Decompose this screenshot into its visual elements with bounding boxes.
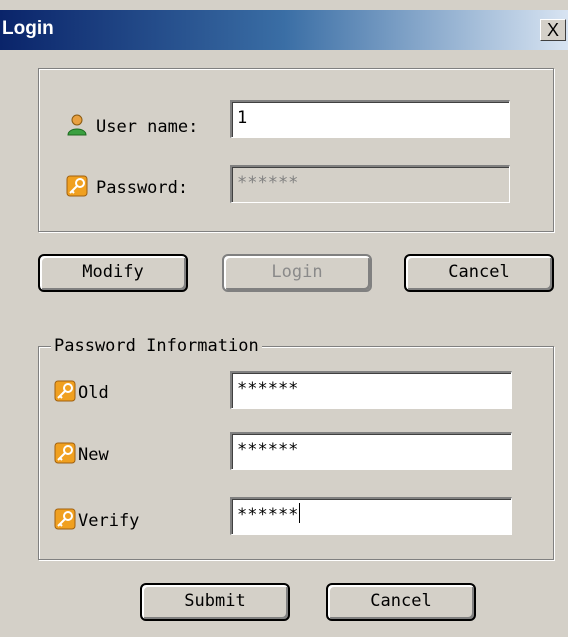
new-password-label: New [78, 445, 109, 465]
verify-password-label: Verify [78, 511, 140, 531]
username-label: User name: [96, 117, 199, 137]
key-icon [54, 442, 76, 464]
cancel-button[interactable]: Cancel [404, 254, 554, 292]
password-information-legend: Password Information [51, 336, 262, 356]
credentials-group [38, 68, 554, 232]
window-title: Login [2, 18, 54, 39]
text-caret [299, 503, 301, 523]
username-value: 1 [237, 108, 248, 128]
key-icon [54, 380, 76, 402]
old-password-input[interactable]: ****** [230, 371, 512, 409]
modify-button[interactable]: Modify [38, 254, 188, 292]
old-password-label: Old [78, 383, 109, 403]
password-label: Password: [96, 178, 189, 198]
username-input[interactable]: 1 [230, 100, 510, 138]
password-input[interactable]: ****** [230, 165, 510, 203]
user-icon [67, 114, 87, 136]
password-cancel-button[interactable]: Cancel [326, 583, 476, 621]
new-password-input[interactable]: ****** [230, 432, 512, 470]
submit-button[interactable]: Submit [140, 583, 290, 621]
verify-password-value: ****** [237, 505, 299, 525]
key-icon [54, 508, 76, 530]
key-icon [66, 175, 88, 197]
close-icon: X [546, 20, 559, 40]
password-value: ****** [237, 173, 299, 193]
title-bar[interactable]: Login X [0, 10, 568, 50]
new-password-value: ****** [237, 440, 299, 460]
close-button[interactable]: X [540, 19, 566, 41]
verify-password-input[interactable]: ****** [230, 497, 512, 535]
old-password-value: ****** [237, 379, 299, 399]
login-button[interactable]: Login [222, 254, 372, 292]
login-window: Login X User name: 1 Password: ****** Mo… [0, 0, 568, 637]
